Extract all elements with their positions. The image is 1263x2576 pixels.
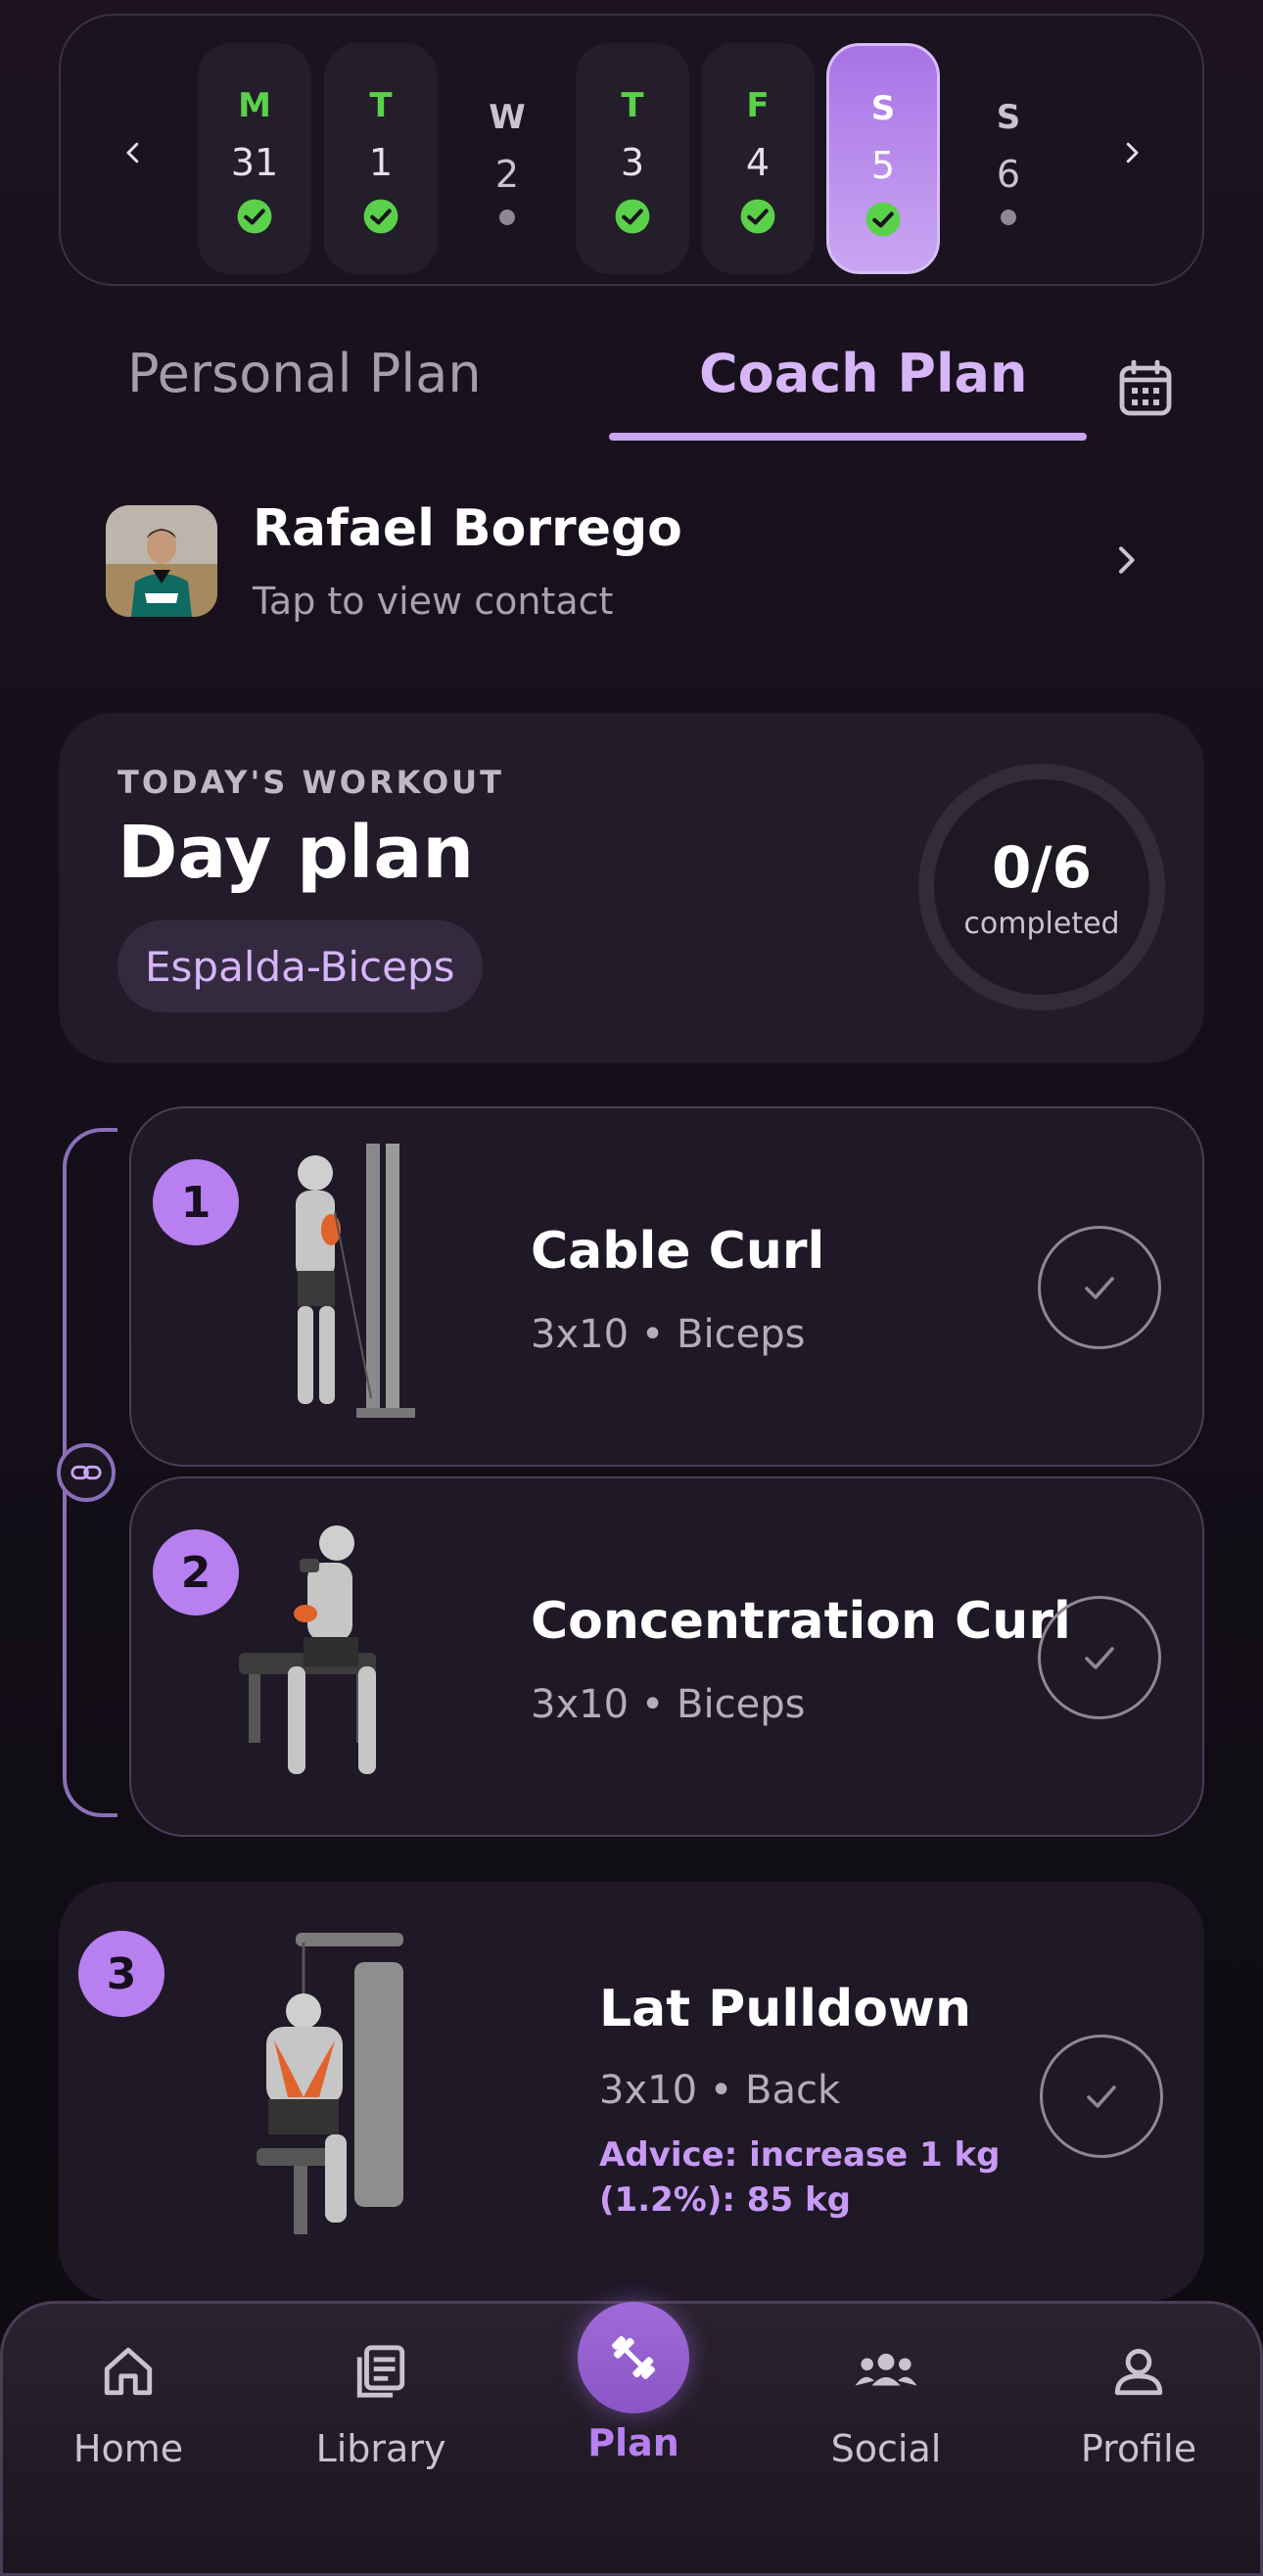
day-letter: S [870, 89, 896, 128]
nav-label: Library [315, 2427, 446, 2470]
exercise-name: Concentration Curl [531, 1592, 1071, 1651]
day-monday[interactable]: M 31 [198, 43, 311, 274]
advice-line: (1.2%): 85 kg [599, 2180, 851, 2220]
day-number: 3 [620, 141, 645, 184]
nav-profile[interactable]: Profile [1041, 2327, 1237, 2470]
nav-label: Profile [1080, 2427, 1197, 2470]
today-label: TODAY'S WORKOUT [117, 764, 504, 801]
chevron-right-icon [1126, 142, 1139, 164]
coach-name[interactable]: Rafael Borrego [253, 499, 682, 558]
calendar-icon[interactable] [1118, 358, 1173, 417]
exercise-name: Cable Curl [531, 1222, 825, 1281]
day-letter: M [238, 86, 271, 125]
day-letter: T [621, 86, 644, 125]
exercise-number-badge: 3 [78, 1931, 164, 2017]
complete-exercise-button[interactable] [1038, 1596, 1161, 1719]
completed-count: 0/6 [992, 833, 1092, 901]
nav-home[interactable]: Home [30, 2327, 226, 2470]
next-week-button[interactable] [1112, 133, 1151, 172]
exercise-meta: 3x10 • Back [599, 2068, 841, 2113]
workout-tag: Espalda-Biceps [117, 920, 483, 1012]
prev-week-button[interactable] [114, 133, 153, 172]
day-number: 5 [870, 144, 896, 187]
week-strip: M 31 T 1 W 2 T 3 F 4 S 5 S 6 [59, 14, 1204, 286]
exercise-illustration [210, 1134, 454, 1428]
exercise-meta: 3x10 • Biceps [531, 1312, 806, 1357]
rest-dot [499, 210, 515, 225]
check-circle-icon [236, 198, 273, 235]
group-icon [852, 2337, 920, 2406]
exercise-number-badge: 1 [153, 1159, 239, 1245]
completed-label: completed [963, 906, 1120, 941]
day-number: 31 [230, 141, 279, 184]
day-number: 4 [745, 141, 771, 184]
exercise-card[interactable]: Concentration Curl 3x10 • Biceps [129, 1476, 1204, 1837]
complete-exercise-button[interactable] [1038, 1226, 1161, 1349]
exercise-meta: 3x10 • Biceps [531, 1682, 806, 1727]
exercise-card[interactable]: 3 Lat Pulldown 3x10 • Back Advice: incre… [59, 1882, 1204, 2301]
check-icon [1085, 1647, 1114, 1669]
active-tab-indicator [609, 433, 1087, 441]
complete-exercise-button[interactable] [1040, 2035, 1163, 2158]
exercise-number-badge: 2 [153, 1529, 239, 1616]
nav-library[interactable]: Library [283, 2327, 479, 2470]
nav-label: Home [72, 2427, 184, 2470]
day-number: 1 [368, 141, 394, 184]
exercise-name: Lat Pulldown [599, 1980, 971, 2038]
day-saturday-selected[interactable]: S 5 [826, 43, 940, 274]
day-letter: F [746, 86, 770, 125]
day-letter: S [996, 98, 1021, 137]
day-number: 6 [996, 153, 1021, 196]
day-thursday[interactable]: T 3 [576, 43, 689, 274]
exercise-advice: Advice: increase 1 kg (1.2%): 85 kg [599, 2132, 1000, 2223]
completion-ring: 0/6 completed [918, 764, 1165, 1010]
check-icon [1087, 2085, 1116, 2108]
library-icon [347, 2337, 415, 2406]
day-letter: T [369, 86, 393, 125]
exercise-card[interactable]: Cable Curl 3x10 • Biceps [129, 1106, 1204, 1467]
day-sunday[interactable]: S 6 [952, 43, 1065, 274]
day-tuesday[interactable]: T 1 [324, 43, 438, 274]
nav-label: Plan [587, 2421, 679, 2464]
person-icon [1104, 2337, 1173, 2406]
tab-personal-plan[interactable]: Personal Plan [127, 343, 482, 404]
advice-line: Advice: increase 1 kg [599, 2135, 1001, 2175]
coach-avatar[interactable] [106, 505, 217, 617]
day-friday[interactable]: F 4 [701, 43, 815, 274]
check-icon [1085, 1277, 1114, 1299]
link-icon[interactable] [57, 1443, 116, 1502]
day-letter: W [489, 98, 526, 137]
check-circle-icon [362, 198, 399, 235]
bottom-navigation: Home Library Plan Social Profile [0, 2301, 1263, 2576]
check-circle-icon [614, 198, 651, 235]
nav-social[interactable]: Social [788, 2327, 984, 2470]
home-icon [94, 2337, 163, 2406]
rest-dot [1001, 210, 1016, 225]
dumbbell-icon [578, 2302, 689, 2413]
today-title: Day plan [117, 811, 475, 895]
check-circle-icon [865, 201, 902, 238]
day-wednesday[interactable]: W 2 [450, 43, 564, 274]
nav-label: Social [830, 2427, 942, 2470]
check-circle-icon [739, 198, 776, 235]
coach-contact-hint: Tap to view contact [253, 580, 614, 623]
chevron-right-icon[interactable] [1106, 540, 1146, 580]
tab-coach-plan[interactable]: Coach Plan [699, 343, 1027, 404]
chevron-left-icon [126, 142, 139, 164]
today-workout-card: TODAY'S WORKOUT Day plan Espalda-Biceps … [59, 713, 1204, 1063]
exercise-illustration [198, 1923, 462, 2246]
day-number: 2 [494, 153, 520, 196]
exercise-illustration [210, 1520, 454, 1813]
nav-plan[interactable]: Plan [536, 2302, 731, 2464]
